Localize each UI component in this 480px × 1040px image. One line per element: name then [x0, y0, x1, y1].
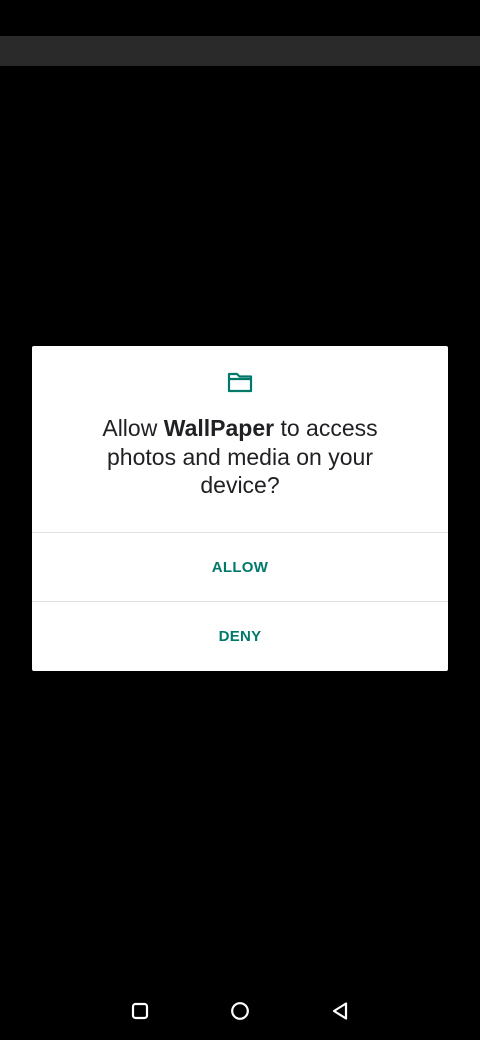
square-recents-icon [131, 1002, 149, 1020]
deny-button[interactable]: DENY [32, 602, 448, 670]
triangle-back-icon [332, 1002, 348, 1020]
app-toolbar [0, 36, 480, 66]
navigation-bar [0, 982, 480, 1040]
message-prefix: Allow [102, 415, 164, 441]
dialog-header: Allow WallPaper to access photos and med… [32, 346, 448, 532]
app-name: WallPaper [163, 415, 275, 441]
status-bar [0, 0, 480, 36]
allow-button[interactable]: ALLOW [32, 533, 448, 601]
permission-dialog: Allow WallPaper to access photos and med… [32, 346, 448, 671]
home-button[interactable] [220, 996, 260, 1026]
back-button[interactable] [320, 996, 360, 1026]
circle-home-icon [231, 1002, 249, 1020]
recents-button[interactable] [120, 996, 160, 1026]
folder-icon [227, 372, 253, 393]
dialog-message: Allow WallPaper to access photos and med… [72, 414, 408, 500]
